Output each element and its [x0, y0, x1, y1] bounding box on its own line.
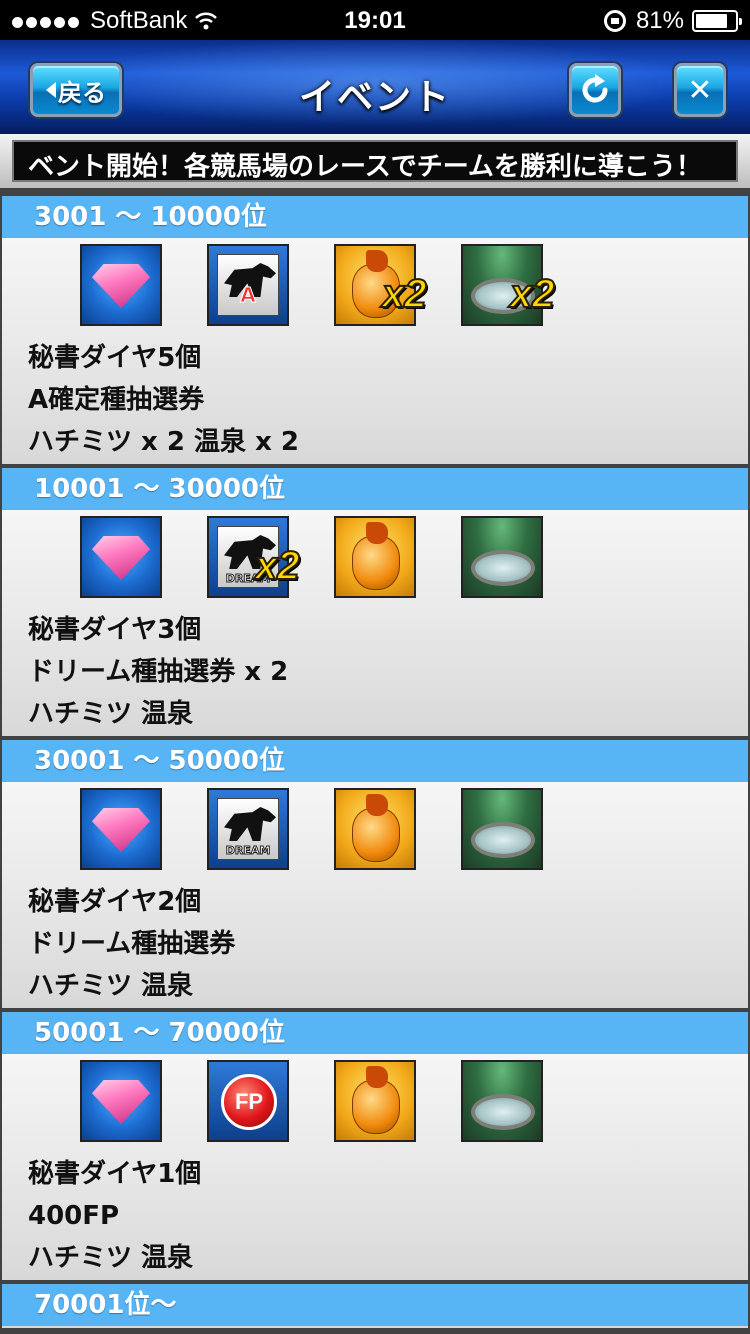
- ticket-label: DREAM: [225, 844, 271, 858]
- reward-line: ドリーム種抽選券: [28, 929, 236, 959]
- reward-text: 秘書ダイヤ2個 ドリーム種抽選券 ハチミツ 温泉: [2, 874, 748, 1008]
- reward-text: 秘書ダイヤ1個 400FP ハチミツ 温泉: [2, 1146, 748, 1280]
- honey-icon: [334, 516, 416, 598]
- page-title: イベント: [298, 77, 451, 118]
- reload-button[interactable]: [569, 63, 621, 117]
- diamond-icon: [80, 1060, 162, 1142]
- app-header: 戻る イベント ✕: [0, 40, 750, 134]
- ticket-icon: A: [207, 244, 289, 326]
- rank-range: 10001 〜 30000位: [2, 468, 748, 510]
- rank-range: 3001 〜 10000位: [2, 196, 748, 238]
- reward-line: 秘書ダイヤ1個: [28, 1159, 202, 1189]
- ticker-text: ベント開始！各競馬場のレースでチームを勝利に導こう！: [28, 152, 702, 182]
- status-right: 81%: [603, 7, 742, 35]
- reward-line: ハチミツ 温泉: [28, 1243, 194, 1273]
- rank-range: 50001 〜 70000位: [2, 1012, 748, 1054]
- reward-line: 400FP: [28, 1201, 120, 1231]
- battery-percent: 81%: [635, 7, 684, 34]
- reward-icons: DREAM: [2, 782, 748, 874]
- honey-icon: [334, 788, 416, 870]
- horse-icon: [224, 807, 276, 841]
- honey-icon: [334, 1060, 416, 1142]
- battery-level: [696, 14, 727, 28]
- close-button[interactable]: ✕: [674, 63, 726, 117]
- onsen-multiplier: x2: [509, 271, 555, 317]
- reward-line: A確定種抽選券: [28, 385, 205, 415]
- reward-line: ハチミツ x 2 温泉 x 2: [28, 427, 299, 457]
- close-icon: ✕: [687, 72, 713, 108]
- rank-range: 70001位〜: [2, 1284, 748, 1326]
- diamond-icon: [80, 788, 162, 870]
- diamond-icon: [80, 516, 162, 598]
- ticket-label: A: [240, 283, 256, 308]
- onsen-icon: [461, 788, 543, 870]
- status-bar: SoftBank 19:01 81%: [0, 0, 750, 40]
- reward-icons: A x2 x2: [2, 238, 748, 330]
- news-ticker: ベント開始！各競馬場のレースでチームを勝利に導こう！: [0, 134, 750, 188]
- rank-section: 30001 〜 50000位 DREAM 秘書ダイヤ2個 ドリーム種抽選券 ハチ…: [2, 740, 748, 1008]
- reload-icon: [582, 74, 608, 103]
- ticket-multiplier: x2: [254, 543, 300, 589]
- rank-section: 50001 〜 70000位 FP 秘書ダイヤ1個 400FP ハチミツ 温泉: [2, 1012, 748, 1280]
- reward-text: 秘書ダイヤ3個 ドリーム種抽選券 x 2 ハチミツ 温泉: [2, 602, 748, 736]
- reward-line: ハチミツ 温泉: [28, 971, 194, 1001]
- onsen-icon: [461, 516, 543, 598]
- reward-line: 秘書ダイヤ3個: [28, 615, 202, 645]
- reward-icons: FP: [2, 1054, 748, 1146]
- rank-section: 10001 〜 30000位 DREAM x2 秘書ダイヤ3個 ドリーム種抽選券…: [2, 468, 748, 736]
- reward-line: ハチミツ 温泉: [28, 699, 194, 729]
- diamond-icon: [80, 244, 162, 326]
- ticker-frame: ベント開始！各競馬場のレースでチームを勝利に導こう！: [12, 140, 738, 182]
- battery-icon: [692, 10, 742, 32]
- reward-line: 秘書ダイヤ2個: [28, 887, 202, 917]
- reward-list[interactable]: 3001 〜 10000位 A x2 x2 秘書ダイヤ5個 A確定種抽選券 ハチ…: [0, 188, 750, 1334]
- rank-range: 30001 〜 50000位: [2, 740, 748, 782]
- reward-text: 秘書ダイヤ5個 A確定種抽選券 ハチミツ x 2 温泉 x 2: [2, 330, 748, 464]
- fp-coin-label: FP: [221, 1074, 277, 1130]
- orientation-lock-icon: [603, 10, 626, 32]
- reward-line: 秘書ダイヤ5個: [28, 343, 202, 373]
- rank-section: 70001位〜: [2, 1284, 748, 1328]
- honey-multiplier: x2: [381, 271, 427, 317]
- ticket-icon: DREAM: [207, 788, 289, 870]
- reward-icons: DREAM x2: [2, 510, 748, 602]
- reward-line: ドリーム種抽選券 x 2: [28, 657, 289, 687]
- rank-section: 3001 〜 10000位 A x2 x2 秘書ダイヤ5個 A確定種抽選券 ハチ…: [2, 196, 748, 464]
- onsen-icon: [461, 1060, 543, 1142]
- fp-icon: FP: [207, 1060, 289, 1142]
